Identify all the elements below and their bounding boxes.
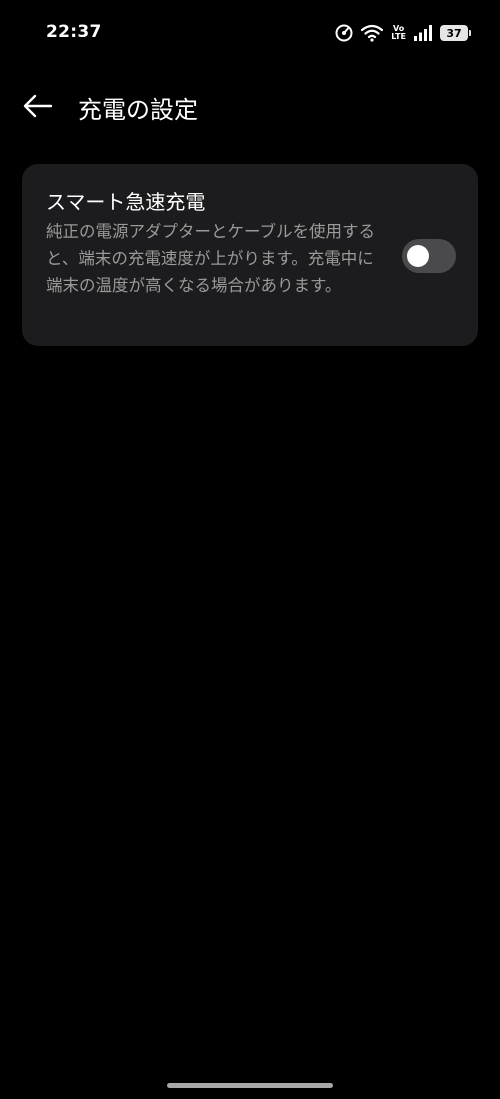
toggle-knob [407,245,429,267]
status-time: 22:37 [46,22,102,42]
data-saver-icon [335,24,353,42]
battery-level: 37 [446,26,462,40]
setting-title: スマート急速充電 [46,190,206,214]
status-icons: Vo LTE 37 [327,22,471,44]
home-indicator[interactable] [167,1083,333,1088]
setting-description: 純正の電源アダプターとケーブルを使用すると、端末の充電速度が上がります。充電中に… [46,222,376,295]
setting-card-smart-fast-charge: スマート急速充電 純正の電源アダプターとケーブルを使用すると、端末の充電速度が上… [22,164,478,346]
header: 充電の設定 [0,80,500,132]
wifi-icon [361,24,384,42]
volte-bottom-label: LTE [391,32,406,41]
status-bar: 22:37 Vo LTE 37 [0,0,500,66]
back-button[interactable] [18,88,58,124]
arrow-left-icon [23,94,53,118]
battery-icon: 37 [440,25,471,41]
signal-icon [414,25,432,41]
smart-fast-charge-toggle[interactable] [402,239,456,273]
page-title: 充電の設定 [78,96,198,124]
volte-icon: Vo LTE [391,25,406,41]
